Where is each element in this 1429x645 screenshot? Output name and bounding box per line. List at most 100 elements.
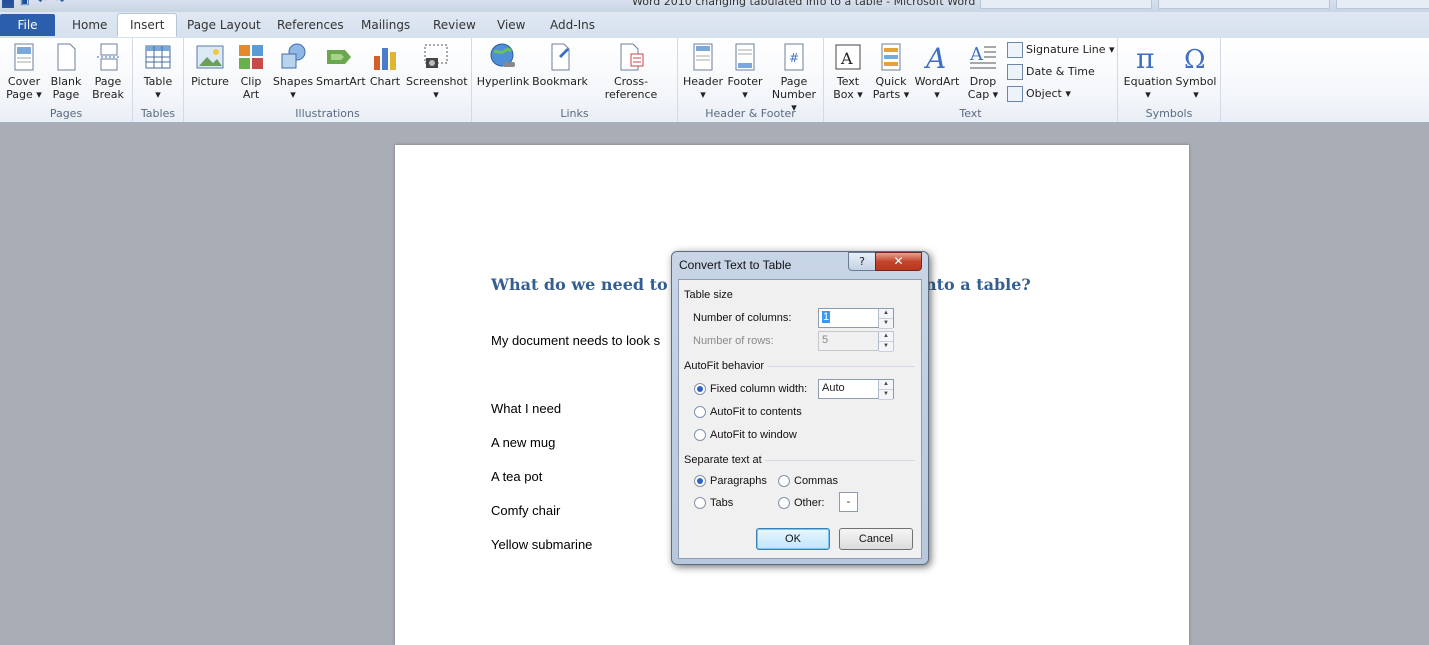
group-symbols: π Equation ▾ Ω Symbol ▾ Symbols <box>1118 38 1221 122</box>
svg-text:A: A <box>969 44 984 65</box>
smartart-icon <box>325 42 355 72</box>
list-item: A tea pot <box>491 469 543 484</box>
document-intro: My document needs to look s <box>491 333 661 348</box>
fixed-width-stepper[interactable]: Auto ▲ ▼ <box>818 379 894 400</box>
symbol-label: Symbol <box>1175 75 1217 88</box>
autofit-window-radio[interactable] <box>694 429 706 441</box>
table-label: Table <box>143 75 173 88</box>
close-button[interactable]: ✕ <box>875 252 922 271</box>
quick-parts-button[interactable]: Quick Parts ▾ <box>870 42 912 101</box>
bookmark-button[interactable]: Bookmark <box>532 42 588 88</box>
chart-button[interactable]: Chart <box>366 42 404 88</box>
quick-access-toolbar: W ▣ ↶ ↷ <box>2 0 68 8</box>
blank-page-icon <box>51 42 81 72</box>
wordart-label: WordArt <box>914 75 960 88</box>
cancel-button[interactable]: Cancel <box>839 528 913 550</box>
smartart-button[interactable]: SmartArt <box>316 42 366 88</box>
page-number-icon: # <box>779 42 809 72</box>
tabs-radio[interactable] <box>694 497 706 509</box>
document-heading-end: nto a table? <box>925 275 1031 294</box>
text-box-button[interactable]: A Text Box ▾ <box>828 42 868 101</box>
dialog-body: Table size Number of columns: 1 ▲ ▼ Numbe… <box>678 279 922 559</box>
list-item: A new mug <box>491 435 556 450</box>
list-item: Comfy chair <box>491 503 561 518</box>
num-columns-value[interactable]: 1 <box>822 311 831 323</box>
page-number-button[interactable]: # Page Number ▾ <box>768 42 820 114</box>
cross-reference-button[interactable]: Cross-reference <box>590 42 672 101</box>
text-box-icon: A <box>833 42 863 72</box>
equation-button[interactable]: π Equation ▾ <box>1122 42 1174 101</box>
object-button[interactable]: Object ▾ <box>1007 85 1071 103</box>
shapes-label: Shapes <box>272 75 314 88</box>
tab-page-layout[interactable]: Page Layout <box>175 14 273 36</box>
page-break-button[interactable]: Page Break <box>88 42 128 101</box>
document-heading: What do we need to c <box>491 275 684 294</box>
word-logo-icon[interactable]: W <box>2 0 14 8</box>
tab-view[interactable]: View <box>485 14 537 36</box>
paragraphs-radio[interactable] <box>694 475 706 487</box>
autofit-contents-radio[interactable] <box>694 406 706 418</box>
paragraphs-label: Paragraphs <box>710 475 767 487</box>
blank-page-label: Blank Page <box>50 75 82 101</box>
date-time-icon <box>1007 64 1023 80</box>
close-icon: ✕ <box>893 254 904 268</box>
other-radio[interactable] <box>778 497 790 509</box>
other-label: Other: <box>794 497 825 509</box>
shapes-button[interactable]: Shapes ▾ <box>272 42 314 101</box>
ok-button[interactable]: OK <box>756 528 830 550</box>
fixed-width-radio[interactable] <box>694 383 706 395</box>
num-rows-value: 5 <box>822 334 829 346</box>
spin-down-icon[interactable]: ▼ <box>879 319 893 329</box>
fixed-width-label: Fixed column width: <box>710 383 808 395</box>
fixed-width-value[interactable]: Auto <box>822 382 845 394</box>
smartart-label: SmartArt <box>316 75 366 88</box>
num-columns-stepper[interactable]: 1 ▲ ▼ <box>818 308 894 329</box>
blank-page-button[interactable]: Blank Page <box>46 42 86 101</box>
tab-add-ins[interactable]: Add-Ins <box>538 14 607 36</box>
cover-page-button[interactable]: Cover Page ▾ <box>4 42 44 101</box>
spin-up-icon[interactable]: ▲ <box>879 380 893 390</box>
group-text: A Text Box ▾ Quick Parts ▾ A WordArt ▾ A … <box>824 38 1118 122</box>
dialog-title: Convert Text to Table <box>679 258 792 272</box>
redo-icon[interactable]: ↷ <box>56 0 68 8</box>
table-icon <box>143 42 173 72</box>
tab-home[interactable]: Home <box>60 14 119 36</box>
signature-line-button[interactable]: Signature Line ▾ <box>1007 41 1115 59</box>
header-label: Header <box>682 75 724 88</box>
picture-button[interactable]: Picture <box>188 42 232 88</box>
group-links: Hyperlink Bookmark Cross-reference Links <box>472 38 678 122</box>
num-rows-stepper: 5 ▲ ▼ <box>818 331 894 352</box>
footer-button[interactable]: Footer ▾ <box>724 42 766 101</box>
table-button[interactable]: Table ▾ <box>138 42 178 101</box>
group-label-tables: Tables <box>140 107 176 120</box>
spin-up-icon[interactable]: ▲ <box>879 309 893 319</box>
save-icon[interactable]: ▣ <box>20 0 32 8</box>
header-button[interactable]: Header ▾ <box>682 42 724 101</box>
date-time-button[interactable]: Date & Time <box>1007 63 1095 81</box>
page-break-label: Page Break <box>92 75 124 101</box>
tab-mailings[interactable]: Mailings <box>349 14 422 36</box>
tab-review[interactable]: Review <box>421 14 488 36</box>
help-button[interactable]: ? <box>848 252 876 271</box>
symbol-button[interactable]: Ω Symbol ▾ <box>1174 42 1218 101</box>
screenshot-label: Screenshot <box>406 75 468 88</box>
drop-cap-icon: A <box>968 42 998 72</box>
spin-down-icon[interactable]: ▼ <box>879 390 893 400</box>
commas-radio[interactable] <box>778 475 790 487</box>
clip-art-button[interactable]: Clip Art <box>234 42 268 101</box>
other-separator-input[interactable]: - <box>839 492 858 512</box>
screenshot-button[interactable]: Screenshot ▾ <box>406 42 468 101</box>
cross-reference-label: Cross-reference <box>604 75 658 101</box>
group-label-illustrations: Illustrations <box>295 107 360 120</box>
undo-icon[interactable]: ↶ <box>38 0 50 8</box>
hyperlink-label: Hyperlink <box>476 75 530 88</box>
title-bar: W ▣ ↶ ↷ Word 2010 changing tabulated inf… <box>0 0 1429 12</box>
tab-references[interactable]: References <box>265 14 356 36</box>
wordart-button[interactable]: A WordArt ▾ <box>914 42 960 101</box>
tab-insert[interactable]: Insert <box>117 13 178 37</box>
tab-file[interactable]: File <box>0 14 55 36</box>
group-label-links: Links <box>560 107 589 120</box>
drop-cap-button[interactable]: A Drop Cap ▾ <box>962 42 1004 101</box>
hyperlink-button[interactable]: Hyperlink <box>476 42 530 88</box>
clip-art-label: Clip Art <box>240 75 262 101</box>
